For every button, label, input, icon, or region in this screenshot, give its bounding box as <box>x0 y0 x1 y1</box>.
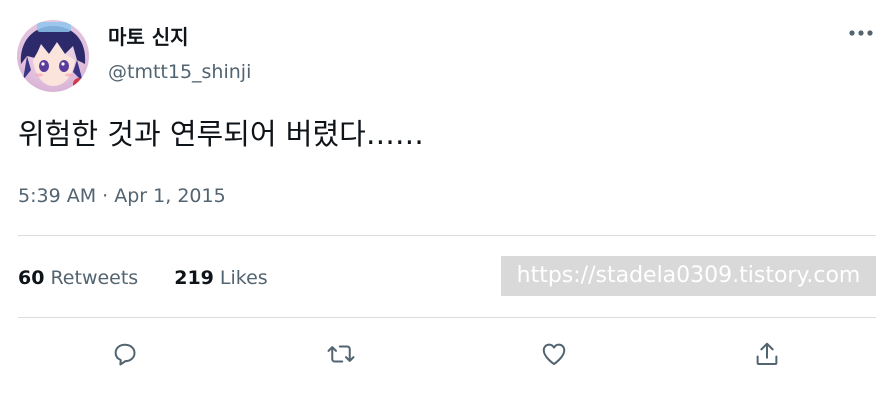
retweets-label: Retweets <box>50 267 139 289</box>
reply-bubble-icon <box>114 343 136 366</box>
anime-character-avatar-icon <box>17 20 89 92</box>
share-button[interactable] <box>749 336 785 372</box>
tweet-text: 위험한 것과 연루되어 버렸다…… <box>18 117 424 151</box>
retweets-stat[interactable]: 60 Retweets <box>18 264 138 292</box>
retweets-count: 60 <box>18 267 45 289</box>
author-handle[interactable]: @tmtt15_shinji <box>108 60 251 84</box>
divider <box>18 235 876 236</box>
tweet-time: 5:39 AM <box>18 185 97 207</box>
divider <box>18 317 876 318</box>
meta-separator: · <box>102 185 109 207</box>
share-upload-icon <box>756 342 778 365</box>
engagement-stats: 60 Retweets 219 Likes <box>18 264 268 292</box>
avatar[interactable] <box>17 20 89 92</box>
tweet-date: Apr 1, 2015 <box>114 185 226 207</box>
likes-count: 219 <box>174 267 214 289</box>
retweet-button[interactable] <box>323 336 359 372</box>
heart-icon <box>542 343 566 365</box>
author-display-name[interactable]: 마토 신지 <box>108 24 189 50</box>
likes-label: Likes <box>219 267 268 289</box>
more-dots-icon <box>849 30 873 36</box>
like-button[interactable] <box>536 336 572 372</box>
likes-stat[interactable]: 219 Likes <box>174 264 267 292</box>
tweet-timestamp[interactable]: 5:39 AM · Apr 1, 2015 <box>18 183 226 209</box>
retweet-arrows-icon <box>327 345 355 363</box>
tweet-card: 마토 신지 @tmtt15_shinji 위험한 것과 연루되어 버렸다…… 5… <box>0 0 894 409</box>
more-options-button[interactable] <box>846 22 876 44</box>
reply-button[interactable] <box>107 336 143 372</box>
watermark: https://stadela0309.tistory.com <box>501 256 876 296</box>
